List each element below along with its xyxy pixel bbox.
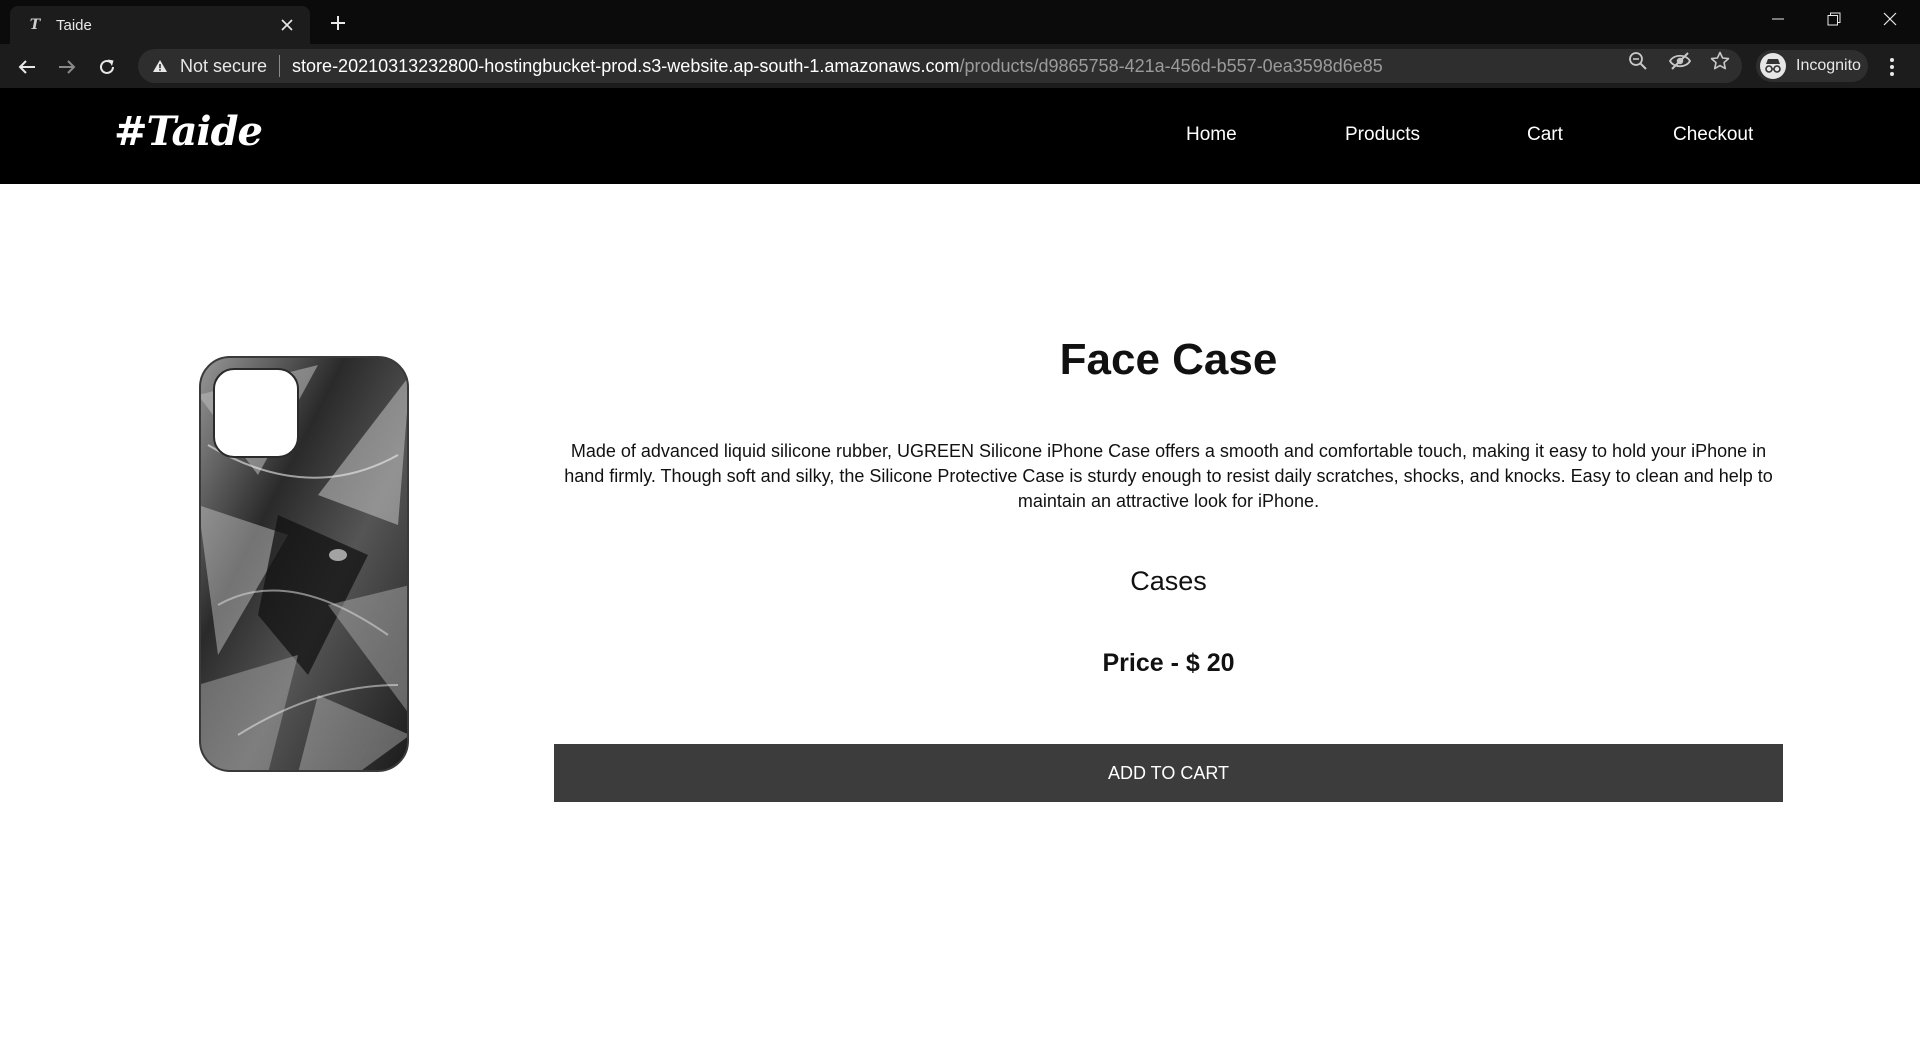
forward-arrow-icon[interactable] — [50, 50, 84, 84]
nav-link-cart[interactable]: Cart — [1527, 124, 1563, 146]
restore-window-icon[interactable] — [1806, 0, 1862, 38]
nav-link-home[interactable]: Home — [1186, 124, 1237, 146]
url-path[interactable]: /products/d9865758-421a-456d-b557-0ea359… — [959, 56, 1382, 77]
close-tab-icon[interactable] — [276, 14, 298, 36]
eye-off-icon[interactable] — [1666, 49, 1694, 73]
new-tab-icon[interactable] — [323, 8, 353, 38]
browser-menu-icon[interactable] — [1880, 54, 1904, 80]
address-separator — [279, 55, 281, 77]
back-arrow-icon[interactable] — [10, 50, 44, 84]
not-secure-warning-icon[interactable] — [150, 56, 170, 76]
product-title: Face Case — [1059, 335, 1278, 384]
reload-icon[interactable] — [90, 50, 124, 84]
nav-link-products[interactable]: Products — [1345, 124, 1420, 146]
nav-link-checkout[interactable]: Checkout — [1673, 124, 1753, 146]
product-description: Made of advanced liquid silicone rubber,… — [564, 441, 1773, 511]
incognito-label: Incognito — [1796, 57, 1861, 74]
add-to-cart-button[interactable]: ADD TO CART — [554, 744, 1783, 802]
security-label[interactable]: Not secure — [180, 56, 267, 77]
incognito-icon — [1760, 53, 1786, 79]
browser-tab[interactable]: T Taide — [10, 6, 310, 44]
address-bar[interactable]: Not secure store-20210313232800-hostingb… — [138, 49, 1742, 83]
browser-toolbar: Not secure store-20210313232800-hostingb… — [0, 44, 1920, 88]
incognito-profile-button[interactable]: Incognito — [1756, 50, 1868, 82]
browser-tab-strip: T Taide — [0, 0, 1920, 44]
close-window-icon[interactable] — [1862, 0, 1918, 38]
zoom-out-icon[interactable] — [1624, 49, 1652, 73]
product-category: Cases — [1130, 566, 1207, 596]
site-header: #Taide Home Products Cart Checkout — [0, 88, 1920, 184]
url-host[interactable]: store-20210313232800-hostingbucket-prod.… — [292, 56, 959, 77]
tab-title: Taide — [56, 16, 92, 34]
bookmark-star-icon[interactable] — [1706, 49, 1734, 73]
minimize-window-icon[interactable] — [1750, 0, 1806, 38]
product-price: Price - $ 20 — [1102, 649, 1235, 677]
site-logo[interactable]: #Taide — [114, 108, 263, 155]
product-image — [198, 355, 410, 773]
product-info: Face Case Made of advanced liquid silico… — [554, 330, 1783, 678]
site-favicon-icon: T — [29, 17, 41, 33]
